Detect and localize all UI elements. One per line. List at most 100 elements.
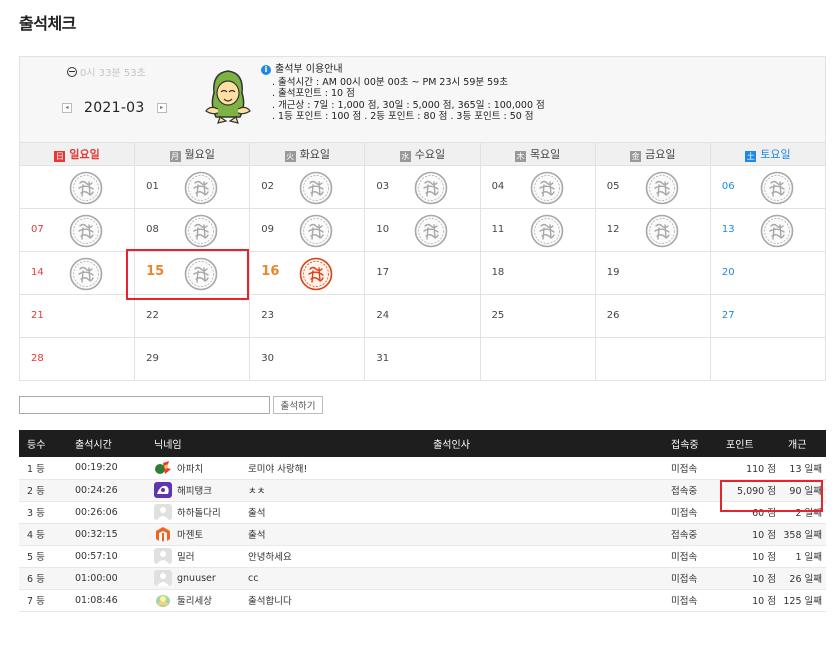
weekday-badge: 金 [630,151,642,162]
notice-line: . 1등 포인트 : 100 점 . 2등 포인트 : 80 점 . 3등 포인… [272,110,534,122]
attend-button[interactable]: 출석하기 [273,396,323,414]
calendar-day-cell: 18 [479,251,596,295]
timer: 0시 33분 53초 [67,64,146,79]
day-number: 02 [261,181,275,192]
nickname-link[interactable]: 해피탱크 [177,483,212,497]
time-cell: 00:24:26 [67,479,146,502]
greeting-cell: ㅊㅊ [240,479,663,502]
time-cell: 00:32:15 [67,523,146,546]
points-cell: 10 점 [718,545,780,568]
day-number: 03 [376,181,390,192]
streak-cell: 358 일째 [780,523,826,546]
calendar-day-cell [709,337,827,381]
attended-stamp-icon [69,171,103,205]
day-number: 27 [721,310,735,321]
nickname-link[interactable]: 밀러 [177,549,194,563]
minus-circle-icon [67,66,77,77]
day-number: 12 [606,224,620,235]
time-cell: 01:08:46 [67,589,146,612]
nick-cell: 아파치 [146,457,240,480]
streak-cell: 1 일째 [780,545,826,568]
col-status: 접속중 [663,430,718,457]
calendar-day-cell: 14 [18,251,136,295]
attended-stamp-icon [184,214,218,248]
prev-month-button[interactable]: ◂ [62,103,72,113]
status-cell: 접속중 [663,479,718,502]
calendar-day-cell: 13 [709,208,827,252]
nickname-link[interactable]: 하하돌다리 [177,505,221,519]
calendar-day-cell: 21 [18,294,136,338]
attendance-row: 7 등 01:08:46 둘리세상 출석합니다 미접속 10 점 125 일째 [19,589,826,612]
magento-avatar-icon [156,527,170,542]
calendar-day-cell: 25 [479,294,596,338]
weekday-label: 목요일 [529,148,561,161]
streak-cell: 125 일째 [780,589,826,612]
nick-cell: 하하돌다리 [146,501,240,524]
nickname-link[interactable]: 마젠토 [177,527,203,541]
day-number: 10 [376,224,390,235]
day-number: 05 [606,181,620,192]
weekday-header: 金 금요일 [594,142,711,166]
greeting-input[interactable] [19,396,270,414]
weekday-header: 日 일요일 [18,142,136,166]
attended-stamp-icon [184,257,218,291]
day-number: 04 [491,181,505,192]
notice-title: 출석부 이용안내 [275,64,343,75]
col-streak: 개근 [780,430,826,457]
notice-line: . 개근상 : 7일 : 1,000 점, 30일 : 5,000 점, 365… [272,99,545,111]
attended-stamp-icon [415,214,448,248]
info-box: 0시 33분 53초 ◂ 2021-03 ▸ i 출석부 이용안내 . 출석시간… [19,56,826,142]
status-cell: 미접속 [663,589,718,612]
nick-cell: 마젠토 [146,523,240,546]
attended-stamp-icon [645,171,679,205]
attended-stamp-icon [299,171,333,205]
nick-cell: 해피탱크 [146,479,240,502]
greeting-cell: 출석 [240,523,663,546]
rank-cell: 3 등 [19,501,67,524]
attended-stamp-icon [530,171,563,205]
attended-stamp-red-icon [299,257,333,291]
calendar-day-cell: 05 [594,165,711,209]
day-number: 11 [491,224,505,235]
day-number: 26 [606,310,620,321]
calendar-day-cell: 22 [134,294,251,338]
weekday-header: 水 수요일 [364,142,481,166]
day-number: 25 [491,310,505,321]
calendar-day-cell [18,165,136,209]
attendance-row: 4 등 00:32:15 마젠토 출석 접속중 10 점 358 일째 [19,523,826,546]
nickname-link[interactable]: gnuuser [177,573,216,584]
timer-text: 0시 33분 53초 [80,68,146,79]
calendar-day-cell: 27 [709,294,827,338]
next-month-button[interactable]: ▸ [156,103,167,113]
calendar: 日 일요일 月 월요일 火 화요일 水 수요일 木 목요일 金 금요일 土 토요일 01 02 03 04 05 0… [18,142,827,381]
attendance-list: 등수 출석시간 닉네임 출석인사 접속중 포인트 개근 1 등 00:19:20 아… [19,430,826,612]
nickname-link[interactable]: 아파치 [177,461,203,475]
day-number: 07 [31,224,44,235]
greeting-cell: 로미야 사랑해! [240,457,663,480]
weekday-label: 금요일 [645,148,676,161]
greeting-cell: 출석합니다 [240,589,663,612]
weekday-badge: 土 [745,151,757,162]
attendance-row: 6 등 01:00:00 gnuuser cc 미접속 10 점 26 일째 [19,567,826,590]
attended-stamp-icon [760,171,794,205]
info-icon: i [261,64,271,75]
calendar-day-cell: 30 [249,337,366,381]
rank-cell: 7 등 [19,589,67,612]
day-number: 24 [376,310,390,321]
calendar-day-cell: 28 [18,337,136,381]
calendar-day-cell: 06 [709,165,827,209]
weekday-header: 火 화요일 [249,142,366,166]
calendar-day-cell: 20 [709,251,827,295]
calendar-day-cell [479,337,596,381]
calendar-day-cell: 11 [479,208,596,252]
calendar-day-cell: 04 [479,165,596,209]
points-cell: 110 점 [718,457,780,480]
weekday-header: 木 목요일 [479,142,596,166]
nickname-link[interactable]: 둘리세상 [177,593,212,607]
default-avatar-icon [154,548,172,564]
calendar-day-cell: 26 [594,294,711,338]
calendar-day-cell: 09 [249,208,366,252]
rank-cell: 2 등 [19,479,67,502]
time-cell: 01:00:00 [67,567,146,590]
weekday-header: 月 월요일 [134,142,251,166]
